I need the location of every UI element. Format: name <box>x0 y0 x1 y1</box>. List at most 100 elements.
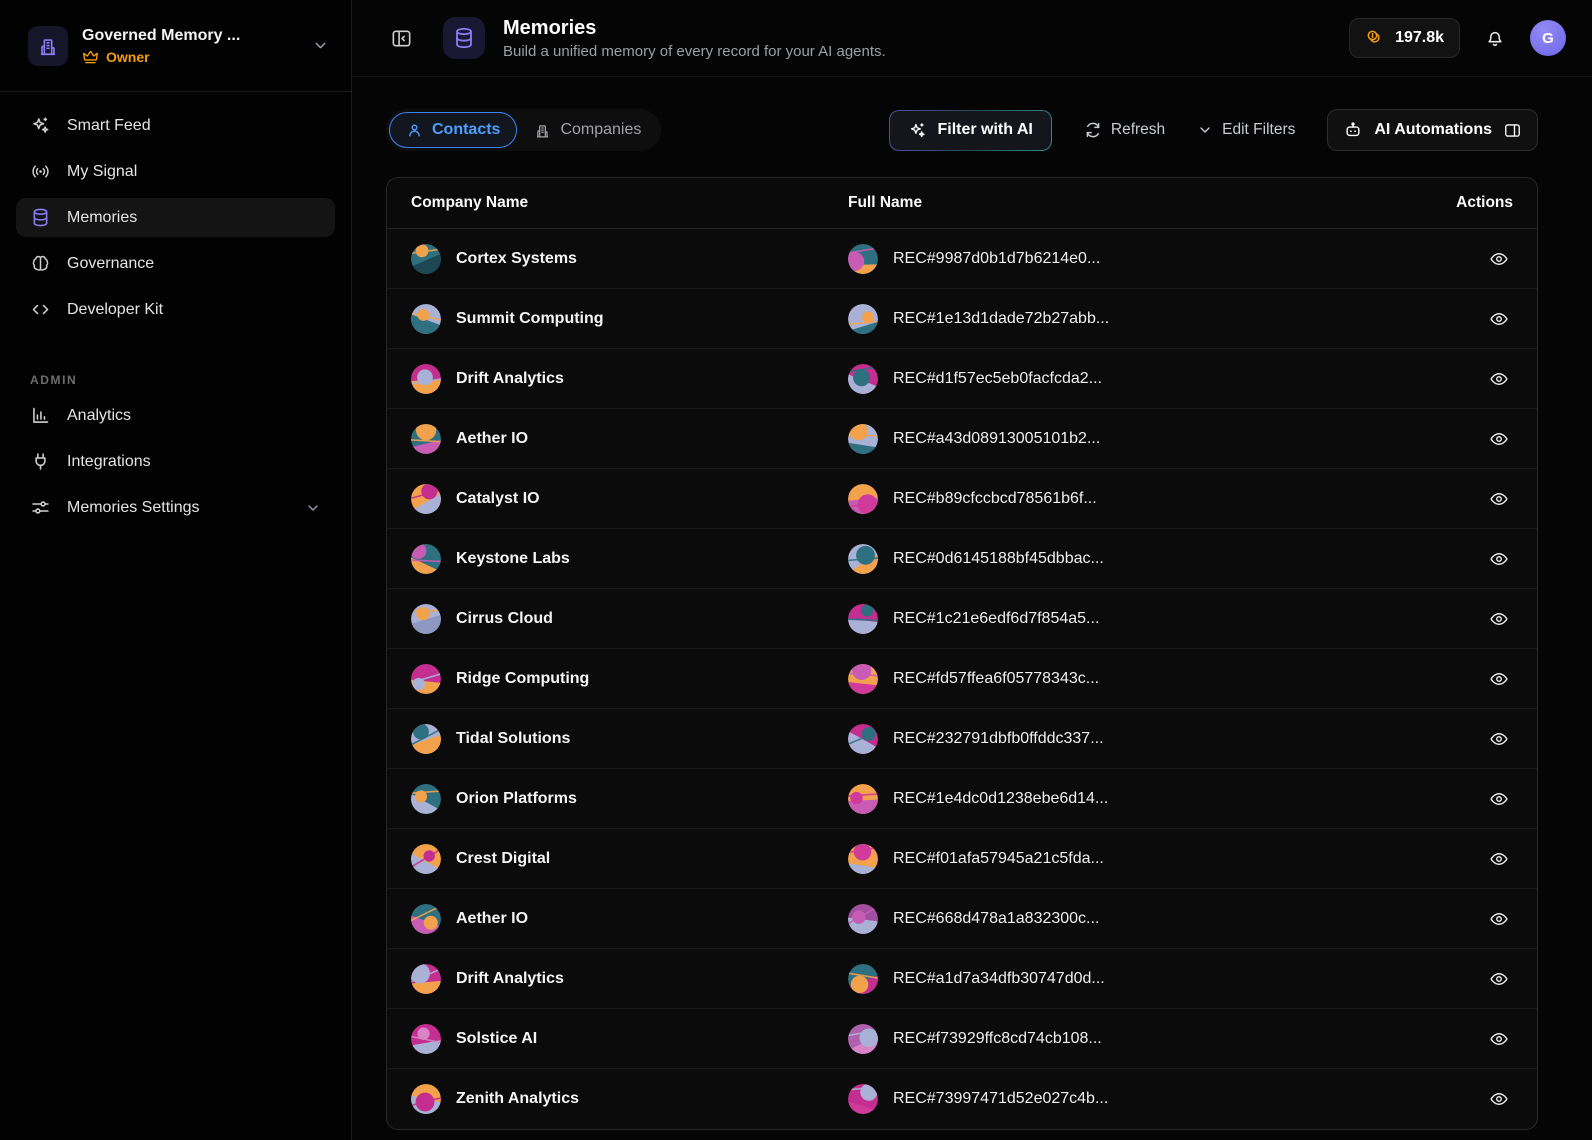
table-row[interactable]: Crest Digital REC#f01afa57945a21c5fda... <box>387 829 1537 889</box>
view-record-button[interactable] <box>1485 725 1513 753</box>
org-role-label: Owner <box>106 48 150 65</box>
column-header-full-name: Full Name <box>848 194 923 211</box>
company-name: Zenith Analytics <box>456 1090 579 1107</box>
contact-avatar <box>848 663 878 694</box>
company-name: Tidal Solutions <box>456 729 571 747</box>
sidebar-item-label: Smart Feed <box>67 116 151 134</box>
robot-icon <box>1343 120 1363 140</box>
company-name: Ridge Computing <box>456 669 590 687</box>
record-id: REC#d1f57ec5eb0facfcda2... <box>893 369 1103 387</box>
page-title: Memories <box>503 16 597 39</box>
admin-section-label: ADMIN <box>30 373 78 387</box>
refresh-button[interactable]: Refresh <box>1084 121 1165 139</box>
record-id: REC#1c21e6edf6d7f854a5... <box>893 609 1100 627</box>
sidebar-item-label: Memories Settings <box>67 498 200 516</box>
sidebar-admin-nav: Analytics Integrations Memories Settings <box>0 396 351 527</box>
tab-companies[interactable]: Companies <box>517 112 658 148</box>
contact-avatar <box>848 243 878 274</box>
company-name: Solstice AI <box>456 1029 538 1047</box>
company-name: Summit Computing <box>456 309 604 327</box>
refresh-label: Refresh <box>1110 121 1166 138</box>
sidebar-item-label: Developer Kit <box>67 300 164 318</box>
sliders-icon <box>30 497 51 518</box>
view-record-button[interactable] <box>1485 245 1513 273</box>
sidebar-item-smart-feed[interactable]: Smart Feed <box>16 106 335 145</box>
view-record-button[interactable] <box>1485 1025 1513 1053</box>
table-row[interactable]: Aether IO REC#668d478a1a832300c... <box>387 889 1537 949</box>
company-name: Crest Digital <box>456 849 551 867</box>
view-record-button[interactable] <box>1485 965 1513 993</box>
tab-contacts[interactable]: Contacts <box>389 112 518 148</box>
table-row[interactable]: Drift Analytics REC#a1d7a34dfb30747d0d..… <box>387 949 1537 1009</box>
sidebar-item-my-signal[interactable]: My Signal <box>16 152 335 191</box>
view-record-button[interactable] <box>1485 785 1513 813</box>
record-id: REC#f73929ffc8cd74cb108... <box>893 1029 1102 1047</box>
view-record-button[interactable] <box>1485 665 1513 693</box>
view-record-button[interactable] <box>1485 305 1513 333</box>
org-logo-building-icon <box>28 25 68 66</box>
record-type-tabs: Contacts Companies <box>386 109 662 151</box>
contact-avatar <box>848 903 878 934</box>
org-switcher[interactable]: Governed Memory ... Owner <box>0 0 351 92</box>
user-avatar[interactable]: G <box>1530 20 1566 56</box>
company-avatar <box>411 603 441 634</box>
sidebar-item-developer-kit[interactable]: Developer Kit <box>16 290 335 329</box>
bar-chart-icon <box>30 405 51 426</box>
contact-avatar <box>848 963 878 994</box>
view-record-button[interactable] <box>1485 605 1513 633</box>
record-id: REC#668d478a1a832300c... <box>893 909 1100 927</box>
table-row[interactable]: Zenith Analytics REC#73997471d52e027c4b.… <box>387 1069 1537 1129</box>
table-row[interactable]: Drift Analytics REC#d1f57ec5eb0facfcda2.… <box>387 349 1537 409</box>
record-id: REC#a1d7a34dfb30747d0d... <box>893 969 1105 987</box>
chevron-down-icon <box>305 500 321 516</box>
view-record-button[interactable] <box>1485 425 1513 453</box>
table-row[interactable]: Cortex Systems REC#9987d0b1d7b6214e0... <box>387 229 1537 289</box>
table-row[interactable]: Orion Platforms REC#1e4dc0d1238ebe6d14..… <box>387 769 1537 829</box>
table-row[interactable]: Keystone Labs REC#0d6145188bf45dbbac... <box>387 529 1537 589</box>
table-row[interactable]: Ridge Computing REC#fd57ffea6f05778343c.… <box>387 649 1537 709</box>
edit-filters-button[interactable]: Edit Filters <box>1197 121 1295 139</box>
sidebar-collapse-icon[interactable] <box>390 27 413 50</box>
company-avatar <box>411 423 441 454</box>
table-row[interactable]: Catalyst IO REC#b89cfccbcd78561b6f... <box>387 469 1537 529</box>
company-name: Orion Platforms <box>456 789 577 807</box>
database-icon <box>30 207 51 228</box>
view-record-button[interactable] <box>1485 485 1513 513</box>
table-row[interactable]: Cirrus Cloud REC#1c21e6edf6d7f854a5... <box>387 589 1537 649</box>
record-id: REC#232791dbfb0ffddc337... <box>893 729 1104 747</box>
ai-automations-button[interactable]: AI Automations <box>1327 109 1538 151</box>
view-record-button[interactable] <box>1485 905 1513 933</box>
company-name: Keystone Labs <box>456 549 570 567</box>
table-row[interactable]: Aether IO REC#a43d08913005101b2... <box>387 409 1537 469</box>
brain-icon <box>30 253 51 274</box>
company-avatar <box>411 483 441 514</box>
record-id: REC#f01afa57945a21c5fda... <box>893 849 1104 867</box>
credits-counter[interactable]: 197.8k <box>1349 18 1460 58</box>
company-avatar <box>411 303 441 334</box>
company-name: Aether IO <box>456 909 529 927</box>
building-icon <box>534 122 551 139</box>
plug-icon <box>30 451 51 472</box>
filter-with-ai-button[interactable]: Filter with AI <box>889 110 1051 151</box>
record-id: REC#b89cfccbcd78561b6f... <box>893 489 1097 507</box>
table-row[interactable]: Tidal Solutions REC#232791dbfb0ffddc337.… <box>387 709 1537 769</box>
view-record-button[interactable] <box>1485 365 1513 393</box>
notifications-bell-icon[interactable] <box>1484 27 1506 49</box>
sidebar-item-analytics[interactable]: Analytics <box>16 396 335 435</box>
coins-icon <box>1365 28 1385 48</box>
page-header: Memories Build a unified memory of every… <box>352 0 1592 77</box>
view-record-button[interactable] <box>1485 845 1513 873</box>
view-record-button[interactable] <box>1485 545 1513 573</box>
table-body: Cortex Systems REC#9987d0b1d7b6214e0... … <box>387 229 1537 1129</box>
sparkles-icon <box>908 121 927 140</box>
table-row[interactable]: Summit Computing REC#1e13d1dade72b27abb.… <box>387 289 1537 349</box>
sidebar-item-memories[interactable]: Memories <box>16 198 335 237</box>
table-row[interactable]: Solstice AI REC#f73929ffc8cd74cb108... <box>387 1009 1537 1069</box>
sidebar-item-memories-settings[interactable]: Memories Settings <box>16 488 335 527</box>
view-record-button[interactable] <box>1485 1085 1513 1113</box>
refresh-icon <box>1084 121 1102 139</box>
sidebar-item-integrations[interactable]: Integrations <box>16 442 335 481</box>
toolbar: Contacts Companies Filter with AI Refres… <box>352 77 1592 151</box>
sidebar-item-governance[interactable]: Governance <box>16 244 335 283</box>
contact-avatar <box>848 363 878 394</box>
